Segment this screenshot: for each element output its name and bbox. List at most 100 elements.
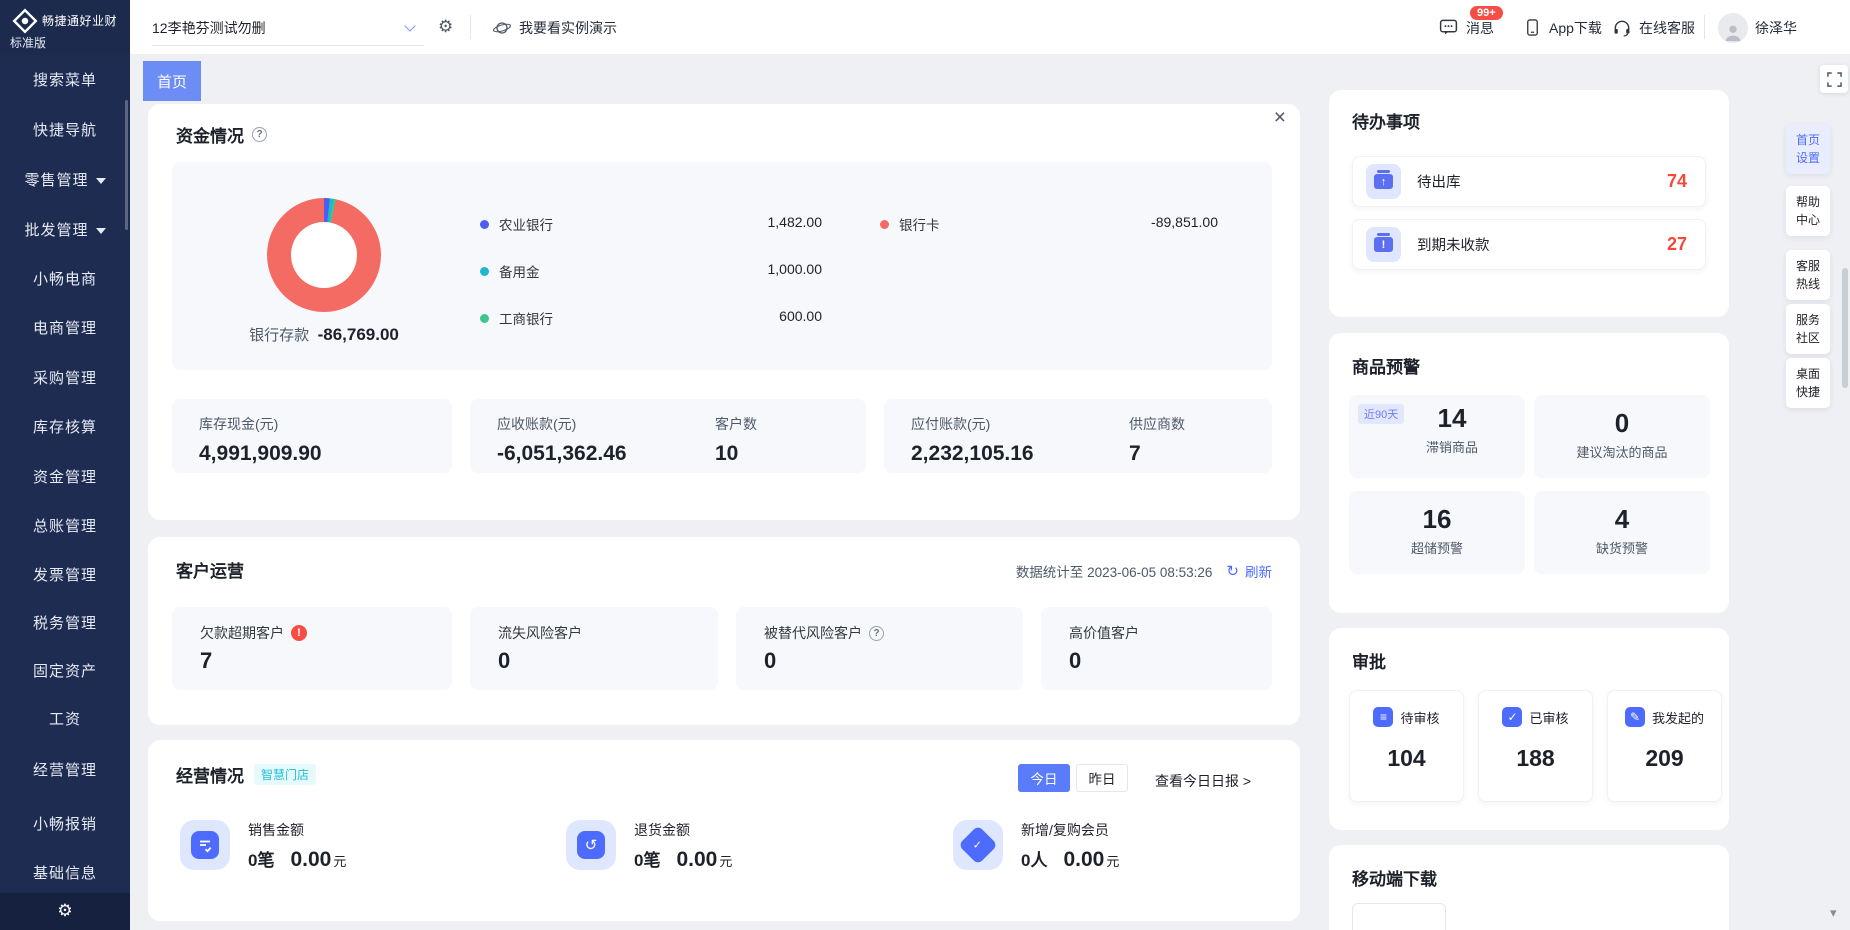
customer-card-high-value[interactable]: 高价值客户 0 — [1041, 607, 1272, 690]
close-icon[interactable]: × — [1274, 106, 1286, 130]
sidebar-item-reimburse[interactable]: 小畅报销 — [0, 813, 130, 837]
approval-pending[interactable]: ≡ 待审核 104 — [1349, 690, 1464, 802]
brand-logo-icon — [12, 8, 38, 34]
sidebar-settings-button[interactable]: ⚙ — [0, 893, 130, 930]
fullscreen-button[interactable] — [1820, 65, 1848, 93]
legend-dot — [480, 313, 489, 323]
due-unpaid-icon: ! — [1366, 227, 1401, 262]
brand-logo[interactable]: 畅捷通好业财 标准版 — [0, 0, 130, 55]
caret-down-icon — [95, 228, 106, 235]
clipboard-pen-icon: ✎ — [1624, 707, 1645, 727]
legend-item: 工商银行 — [480, 308, 553, 328]
sidebar-item-tax[interactable]: 税务管理 — [0, 612, 130, 636]
sidebar-item-search-menu[interactable]: 搜索菜单 — [0, 69, 130, 93]
sidebar-scrollbar[interactable] — [125, 100, 128, 230]
help-icon: ? — [869, 625, 884, 641]
page-scrollbar[interactable] — [1842, 268, 1848, 388]
todo-item-outbound[interactable]: ↑ 待出库 74 — [1352, 156, 1706, 207]
tab-home[interactable]: 首页 — [143, 61, 201, 101]
legend-dot — [480, 219, 489, 229]
sidebar-item-invoice[interactable]: 发票管理 — [0, 564, 130, 588]
business-title: 经营情况 — [176, 767, 244, 786]
rail-help-center[interactable]: 帮助 中心 — [1786, 186, 1830, 236]
approval-title: 审批 — [1352, 653, 1386, 672]
headset-icon — [1614, 20, 1630, 37]
top-bar: 畅捷通好业财 标准版 12李艳芬测试勿删 ⚙ 我要看实例演示 99+ 消息 Ap… — [0, 0, 1850, 55]
outbound-box-icon: ↑ — [1366, 164, 1401, 199]
sidebar-item-xiaochang-ecom[interactable]: 小畅电商 — [0, 268, 130, 292]
fullscreen-icon — [1826, 71, 1842, 87]
sidebar-item-funds[interactable]: 资金管理 — [0, 466, 130, 490]
rail-community[interactable]: 服务 社区 — [1786, 304, 1830, 354]
funds-title: 资金情况 — [176, 127, 244, 146]
app-download-button[interactable]: App下载 — [1523, 0, 1602, 55]
stats-timestamp: 数据统计至 2023-06-05 08:53:26 — [1015, 565, 1213, 580]
refresh-link[interactable]: 刷新 — [1245, 561, 1272, 581]
customer-title: 客户运营 — [176, 562, 244, 581]
person-icon — [1725, 25, 1741, 41]
sidebar-item-retail[interactable]: 零售管理 — [0, 169, 130, 193]
refresh-icon[interactable]: ↻ — [1226, 562, 1239, 580]
mobile-download-title: 移动端下载 — [1352, 870, 1437, 889]
yesterday-button[interactable]: 昨日 — [1076, 764, 1128, 792]
alert-cell-overstock[interactable]: 16 超储预警 — [1349, 491, 1525, 574]
today-button[interactable]: 今日 — [1018, 764, 1070, 792]
message-badge: 99+ — [1468, 3, 1505, 22]
metric-members: ✓ 新增/复购会员 0人 0.00 元 — [953, 820, 1119, 872]
funds-donut — [267, 198, 381, 312]
sidebar-item-ecom-mgmt[interactable]: 电商管理 — [0, 317, 130, 341]
brand-edition: 标准版 — [10, 36, 47, 50]
todo-card: 待办事项 ↑ 待出库 74 ! 到期未收款 27 — [1329, 90, 1729, 317]
metric-refund: ↺ 退货金额 0笔 0.00 元 — [566, 820, 732, 872]
online-service-button[interactable]: 在线客服 — [1612, 0, 1695, 55]
daily-report-link[interactable]: 查看今日日报 > — [1155, 771, 1251, 791]
legend-item: 备用金 — [480, 261, 540, 281]
goods-alert-card: 商品预警 近90天 14 滞销商品 0 建议淘汰的商品 16 超储预警 4 缺货… — [1329, 333, 1729, 613]
sidebar-item-wholesale[interactable]: 批发管理 — [0, 219, 130, 243]
alert-cell-eliminate[interactable]: 0 建议淘汰的商品 — [1534, 395, 1710, 478]
sidebar-item-operations[interactable]: 经营管理 — [0, 759, 130, 783]
legend-value: -89,851.00 — [1151, 214, 1218, 230]
todo-item-due-unpaid[interactable]: ! 到期未收款 27 — [1352, 219, 1706, 270]
metric-sales: 销售金额 0笔 0.00 元 — [180, 820, 346, 872]
member-icon: ✓ — [953, 820, 1003, 870]
app-window: 搜索菜单 快捷导航 零售管理 批发管理 小畅电商 电商管理 采购管理 库存核算 … — [0, 0, 1850, 930]
clipboard-lines-icon: ≡ — [1373, 707, 1394, 727]
stat-suppliers: 供应商数 7 — [1129, 416, 1185, 465]
sidebar-item-payroll[interactable]: 工资 — [0, 708, 130, 732]
demo-link[interactable]: 我要看实例演示 — [492, 0, 617, 55]
rail-home-settings[interactable]: 首页 设置 — [1786, 124, 1830, 174]
chevron-down-icon — [404, 20, 416, 32]
gear-icon[interactable]: ⚙ — [438, 18, 453, 35]
sidebar-item-inventory[interactable]: 库存核算 — [0, 416, 130, 440]
stat-card-cash: 库存现金(元) 4,991,909.90 — [172, 399, 452, 473]
deposit-total: 银行存款 -86,769.00 — [249, 325, 399, 344]
rail-service-hotline[interactable]: 客服 热线 — [1786, 250, 1830, 300]
messages-button[interactable]: 99+ 消息 — [1438, 0, 1505, 55]
rail-desktop-shortcut[interactable]: 桌面 快捷 — [1786, 358, 1830, 408]
alert-cell-out-of-stock[interactable]: 4 缺货预警 — [1534, 491, 1710, 574]
alert-cell-slow-moving[interactable]: 近90天 14 滞销商品 — [1349, 395, 1525, 478]
goods-alert-title: 商品预警 — [1352, 358, 1420, 377]
approval-approved[interactable]: ✓ 已审核 188 — [1478, 690, 1593, 802]
legend-value: 1,000.00 — [767, 261, 823, 277]
sidebar-item-fixed-assets[interactable]: 固定资产 — [0, 660, 130, 684]
sidebar-item-quick-nav[interactable]: 快捷导航 — [0, 119, 130, 143]
refund-amount-icon: ↺ — [566, 820, 616, 870]
sidebar-item-ledger[interactable]: 总账管理 — [0, 515, 130, 539]
help-icon[interactable]: ? — [252, 127, 267, 142]
phone-icon — [1527, 19, 1538, 36]
customer-card-overdue[interactable]: 欠款超期客户! 7 — [172, 607, 452, 690]
donut-hole — [291, 222, 357, 288]
account-select[interactable]: 12李艳芬测试勿删 — [152, 10, 424, 46]
scroll-down-icon[interactable]: ▾ — [1830, 905, 1837, 921]
customer-card-replacement-risk[interactable]: 被替代风险客户? 0 — [736, 607, 1023, 690]
sidebar-item-purchase[interactable]: 采购管理 — [0, 367, 130, 391]
sidebar-item-base-info[interactable]: 基础信息 — [0, 862, 130, 886]
customer-card-churn-risk[interactable]: 流失风险客户 0 — [470, 607, 718, 690]
approval-initiated[interactable]: ✎ 我发起的 209 — [1607, 690, 1722, 802]
user-menu[interactable]: 徐泽华 — [1718, 0, 1797, 55]
legend-value: 1,482.00 — [767, 214, 823, 230]
mobile-download-card: 移动端下载 — [1329, 845, 1729, 930]
sidebar: 搜索菜单 快捷导航 零售管理 批发管理 小畅电商 电商管理 采购管理 库存核算 … — [0, 0, 130, 930]
